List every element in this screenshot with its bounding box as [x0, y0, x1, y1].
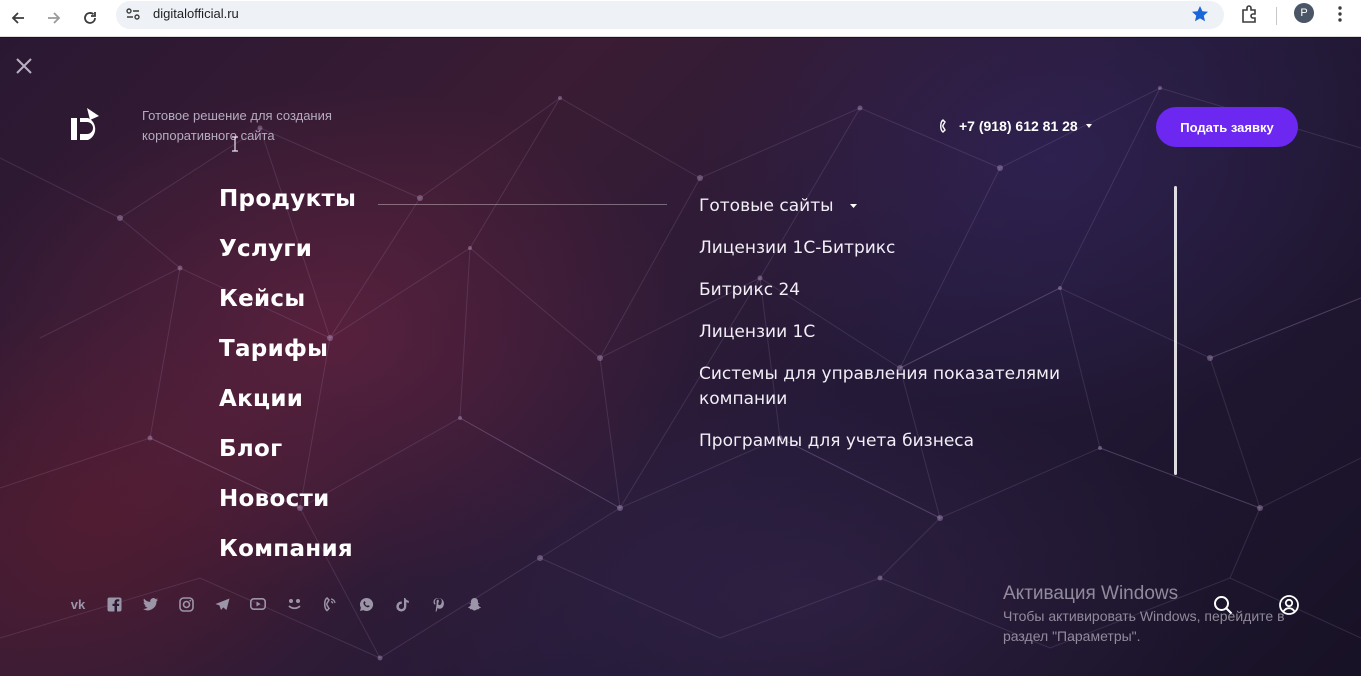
main-menu: Продукты Услуги Кейсы Тарифы Акции Блог … [219, 186, 356, 586]
odnoklassniki-icon[interactable] [276, 594, 312, 614]
browser-toolbar: digitalofficial.ru P [0, 0, 1361, 37]
forward-button[interactable] [40, 4, 68, 32]
chevron-down-icon [1085, 124, 1092, 128]
snapchat-icon[interactable] [456, 594, 492, 614]
activation-title: Активация Windows [1003, 583, 1179, 604]
telegram-icon[interactable] [204, 594, 240, 614]
chevron-down-icon [849, 204, 857, 208]
submenu-item-bitrix24[interactable]: Битрикс 24 [699, 278, 1099, 303]
back-arrow-icon [11, 12, 24, 24]
menu-item-products[interactable]: Продукты [219, 186, 356, 236]
site-tagline: Готовое решение для создания корпоративн… [142, 106, 372, 146]
site-logo[interactable] [69, 106, 103, 148]
reload-icon [84, 12, 96, 24]
tagline-line-2: корпоративного сайта [142, 128, 275, 143]
reload-button[interactable] [76, 4, 104, 32]
phone-dropdown[interactable]: +7 (918) 612 81 28 [939, 118, 1093, 134]
menu-item-cases[interactable]: Кейсы [219, 286, 356, 336]
activation-line-1: Чтобы активировать Windows, перейдите в [1003, 608, 1285, 624]
address-bar[interactable]: digitalofficial.ru [116, 1, 1224, 29]
facebook-icon[interactable] [96, 594, 132, 614]
extensions-icon[interactable] [1238, 4, 1260, 30]
viber-icon[interactable] [312, 594, 348, 614]
text-cursor-icon [232, 136, 238, 152]
products-submenu: Готовые сайты Лицензии 1С-Битрикс Битрик… [699, 194, 1099, 471]
activation-line-2: раздел "Параметры". [1003, 628, 1141, 644]
submenu-item-bitrix-licenses[interactable]: Лицензии 1С-Битрикс [699, 236, 1099, 261]
phone-number[interactable]: +7 (918) 612 81 28 [959, 118, 1078, 134]
menu-item-blog[interactable]: Блог [219, 436, 356, 486]
menu-item-news[interactable]: Новости [219, 486, 356, 536]
phone-icon [940, 119, 946, 133]
url-text: digitalofficial.ru [153, 6, 239, 21]
twitter-icon[interactable] [132, 594, 168, 614]
windows-activation-watermark: Активация Windows Чтобы активировать Win… [1003, 582, 1285, 646]
submenu-label: Готовые сайты [699, 196, 834, 216]
back-button[interactable] [4, 4, 32, 32]
toolbar-divider [1276, 7, 1277, 25]
menu-item-promotions[interactable]: Акции [219, 386, 356, 436]
profile-avatar[interactable]: P [1294, 3, 1314, 23]
menu-item-company[interactable]: Компания [219, 536, 356, 586]
submenu-item-kpi-systems[interactable]: Системы для управления показателями комп… [699, 362, 1099, 412]
instagram-icon[interactable] [168, 594, 204, 614]
tiktok-icon[interactable] [384, 594, 420, 614]
active-menu-connector [378, 204, 667, 205]
pinterest-icon[interactable] [420, 594, 456, 614]
logo-icon [71, 108, 99, 140]
site-settings-icon[interactable] [125, 6, 141, 26]
submenu-item-1c-licenses[interactable]: Лицензии 1С [699, 320, 1099, 345]
youtube-icon[interactable] [240, 594, 276, 614]
menu-overlay: Готовое решение для создания корпоративн… [0, 38, 1361, 676]
forward-arrow-icon [48, 12, 61, 24]
submenu-scrollbar[interactable] [1174, 186, 1177, 475]
menu-item-services[interactable]: Услуги [219, 236, 356, 286]
close-menu-button[interactable] [14, 56, 34, 76]
close-icon [16, 58, 32, 74]
bookmark-star-icon[interactable] [1190, 4, 1210, 28]
submenu-item-ready-sites[interactable]: Готовые сайты [699, 194, 1099, 219]
tagline-line-1: Готовое решение для создания [142, 108, 332, 123]
social-links: vk [60, 594, 492, 614]
menu-item-tariffs[interactable]: Тарифы [219, 336, 356, 386]
whatsapp-icon[interactable] [348, 594, 384, 614]
vk-icon[interactable]: vk [60, 594, 96, 614]
submenu-item-accounting-programs[interactable]: Программы для учета бизнеса [699, 429, 1099, 454]
browser-menu-icon[interactable] [1330, 4, 1350, 28]
submit-request-button[interactable]: Подать заявку [1156, 107, 1298, 147]
